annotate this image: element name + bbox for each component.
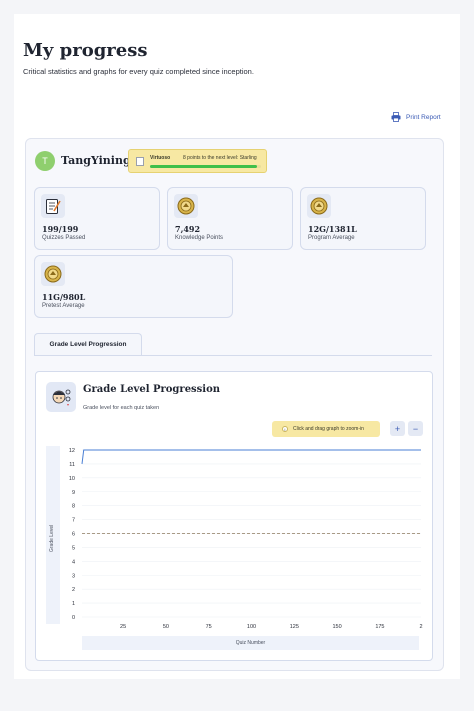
stat-value: 12G/1381L	[308, 224, 357, 234]
rank-progress-fill	[150, 165, 257, 168]
x-axis-title: Quiz Number	[235, 640, 266, 646]
stat-label: Program Average	[308, 235, 355, 241]
tab-grade-level-progression[interactable]: Grade Level Progression	[34, 333, 142, 355]
stat-card-knowledge-points: 7,492 Knowledge Points	[167, 187, 293, 250]
chart-panel	[35, 371, 433, 661]
printer-icon	[391, 112, 401, 122]
zoom-hint-text: Click and drag graph to zoom-in	[293, 426, 364, 432]
y-axis-title: Grade Level	[49, 524, 55, 552]
zoom-out-button[interactable]: −	[408, 421, 423, 436]
medal-icon	[41, 262, 65, 286]
avatar[interactable]: T	[35, 151, 55, 171]
print-report-label: Print Report	[406, 113, 441, 121]
medal-icon	[174, 194, 198, 218]
rank-next-level: 8 points to the next level: Starling	[183, 155, 257, 161]
grade-progression-icon	[46, 382, 76, 412]
stat-card-quizzes-passed: 199/199 Quizzes Passed	[34, 187, 160, 250]
user-name: TangYining	[61, 154, 131, 167]
stat-label: Pretest Average	[42, 303, 85, 309]
rank-progress-bar	[150, 165, 261, 168]
stat-value: 199/199	[42, 224, 79, 234]
print-report-button[interactable]: Print Report	[391, 112, 441, 122]
page-title: My progress	[23, 40, 148, 61]
medal-icon	[307, 194, 331, 218]
tab-divider	[34, 355, 432, 356]
stat-label: Quizzes Passed	[42, 235, 86, 241]
chart-title: Grade Level Progression	[83, 384, 221, 395]
info-icon: i	[282, 426, 288, 432]
chart-subtitle: Grade level for each quiz taken	[83, 405, 160, 411]
stat-value: 11G/980L	[42, 292, 86, 302]
stat-value: 7,492	[175, 224, 201, 234]
stat-card-pretest-average: 11G/980L Pretest Average	[34, 255, 233, 318]
zoom-in-button[interactable]: +	[390, 421, 405, 436]
rank-badge: Virtuoso 8 points to the next level: Sta…	[128, 149, 267, 173]
stat-card-program-average: 12G/1381L Program Average	[300, 187, 426, 250]
stat-label: Knowledge Points	[175, 235, 224, 241]
page-subtitle: Critical statistics and graphs for every…	[23, 67, 254, 76]
rank-name: Virtuoso	[150, 155, 171, 161]
quiz-checklist-icon	[41, 194, 65, 218]
zoom-hint: i Click and drag graph to zoom-in	[272, 421, 380, 437]
rank-image-icon	[136, 157, 144, 166]
